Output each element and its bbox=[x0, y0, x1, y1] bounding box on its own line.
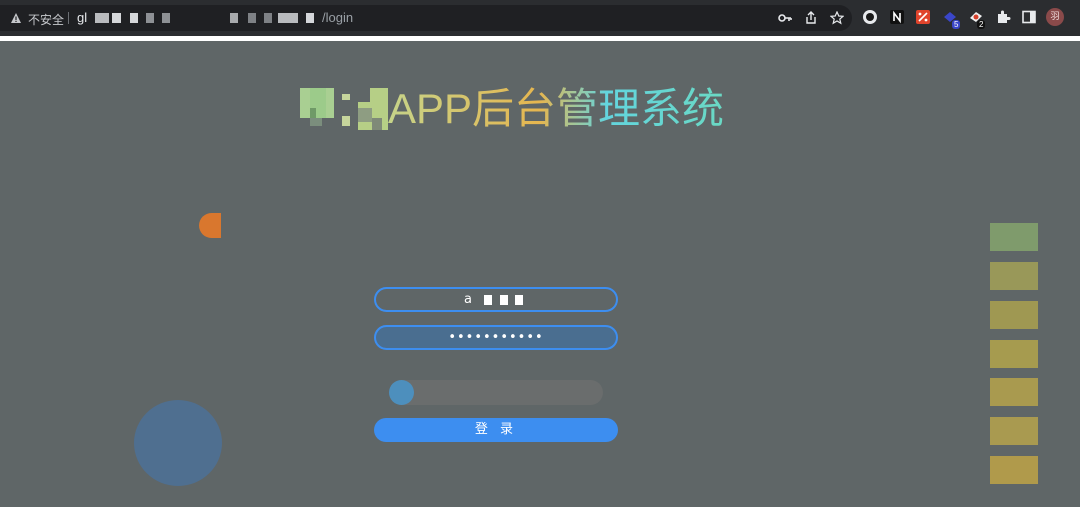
share-icon[interactable] bbox=[804, 11, 818, 25]
password-input[interactable]: ••••••••••• bbox=[374, 325, 618, 350]
url-redaction bbox=[130, 13, 138, 23]
url-redaction bbox=[264, 13, 272, 23]
decorative-square bbox=[990, 262, 1038, 290]
password-value: ••••••••••• bbox=[448, 330, 544, 345]
percent-extension-icon[interactable] bbox=[915, 9, 931, 25]
decorative-square bbox=[990, 378, 1038, 406]
url-redaction bbox=[230, 13, 238, 23]
warning-triangle-icon[interactable] bbox=[10, 12, 22, 24]
key-icon[interactable] bbox=[778, 11, 792, 25]
n-extension-icon[interactable] bbox=[889, 9, 905, 25]
profile-avatar[interactable]: 羽 bbox=[1046, 8, 1064, 26]
decorative-square bbox=[990, 417, 1038, 445]
security-label[interactable]: 不安全 bbox=[28, 11, 64, 28]
url-path[interactable]: /login bbox=[322, 10, 353, 25]
username-redaction bbox=[515, 295, 523, 305]
security-separator bbox=[68, 12, 69, 24]
page-title: APP后台管理系统 bbox=[388, 85, 725, 132]
decorative-square bbox=[990, 456, 1038, 484]
decorative-half-circle bbox=[199, 213, 221, 238]
verification-slider[interactable] bbox=[389, 380, 603, 405]
username-input[interactable]: a bbox=[374, 287, 618, 312]
side-panel-icon[interactable] bbox=[1021, 9, 1037, 25]
slider-handle[interactable] bbox=[389, 380, 414, 405]
star-icon[interactable] bbox=[830, 11, 844, 25]
puzzle-icon[interactable] bbox=[995, 9, 1011, 25]
profile-initial: 羽 bbox=[1050, 12, 1060, 22]
username-redaction bbox=[500, 295, 508, 305]
url-redaction bbox=[162, 13, 170, 23]
username-redaction bbox=[484, 295, 492, 305]
url-redaction bbox=[95, 13, 109, 23]
browser-toolbar: 不安全 gl /login 5 2 羽 bbox=[0, 0, 1080, 36]
app-logo-icon bbox=[300, 88, 388, 130]
decorative-circle bbox=[134, 400, 222, 486]
url-redaction bbox=[278, 13, 298, 23]
url-host[interactable]: gl bbox=[77, 10, 87, 25]
decorative-square bbox=[990, 340, 1038, 368]
page-top-strip bbox=[0, 36, 1080, 41]
decorative-square bbox=[990, 301, 1038, 329]
username-value: a bbox=[464, 292, 472, 307]
extension-badge: 5 bbox=[952, 20, 961, 29]
address-bar[interactable]: 不安全 gl /login bbox=[0, 5, 852, 31]
url-redaction bbox=[112, 13, 121, 23]
extension-badge: 2 bbox=[977, 20, 986, 29]
circle-extension-icon[interactable] bbox=[862, 9, 878, 25]
url-redaction bbox=[146, 13, 154, 23]
login-button[interactable]: 登 录 bbox=[374, 418, 618, 442]
url-redaction bbox=[248, 13, 256, 23]
url-redaction bbox=[306, 13, 314, 23]
decorative-square bbox=[990, 223, 1038, 251]
